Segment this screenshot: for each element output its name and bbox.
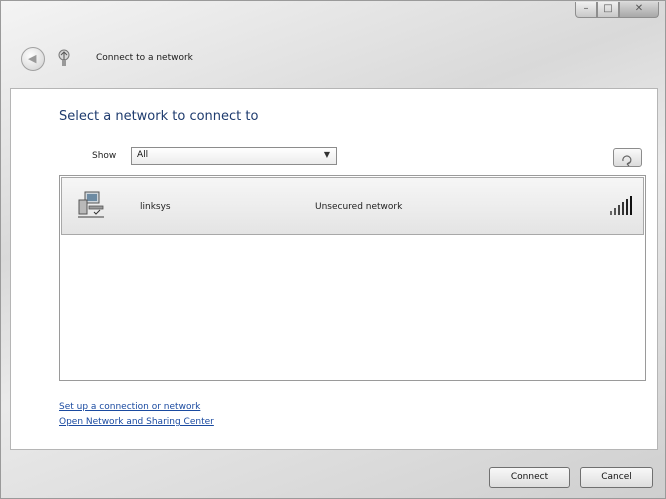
network-name: linksys — [140, 202, 171, 212]
maximize-icon: □ — [603, 3, 613, 14]
network-sharing-center-link[interactable]: Open Network and Sharing Center — [59, 417, 214, 427]
network-list-item[interactable]: linksys Unsecured network — [61, 177, 644, 235]
setup-connection-link[interactable]: Set up a connection or network — [59, 402, 200, 412]
cancel-button[interactable]: Cancel — [580, 467, 653, 488]
maximize-button[interactable]: □ — [597, 2, 619, 18]
close-button[interactable]: ✕ — [619, 2, 659, 18]
page-heading: Select a network to connect to — [59, 109, 259, 124]
back-arrow-icon: ◀ — [28, 52, 37, 65]
connect-button[interactable]: Connect — [489, 467, 570, 488]
show-label: Show — [92, 151, 117, 161]
chevron-down-icon: ▼ — [323, 150, 330, 159]
show-filter-value: All — [137, 150, 149, 160]
content-panel: Select a network to connect to Show All … — [10, 88, 658, 450]
signal-strength-icon — [610, 196, 632, 215]
refresh-button[interactable] — [613, 148, 642, 167]
back-button[interactable]: ◀ — [21, 47, 45, 71]
window-title: Connect to a network — [96, 53, 193, 63]
minimize-button[interactable]: – — [575, 2, 597, 18]
network-list[interactable]: linksys Unsecured network — [59, 175, 646, 381]
minimize-icon: – — [583, 3, 589, 14]
connect-to-network-window: – □ ✕ ◀ Connect to a network Select a ne… — [0, 0, 666, 499]
network-security-status: Unsecured network — [315, 202, 403, 212]
close-icon: ✕ — [634, 3, 644, 14]
show-filter-select[interactable]: All ▼ — [131, 147, 337, 165]
caption-buttons: – □ ✕ — [575, 2, 659, 18]
network-wizard-icon — [58, 49, 70, 66]
refresh-icon — [622, 155, 632, 167]
computer-network-icon — [78, 191, 104, 218]
